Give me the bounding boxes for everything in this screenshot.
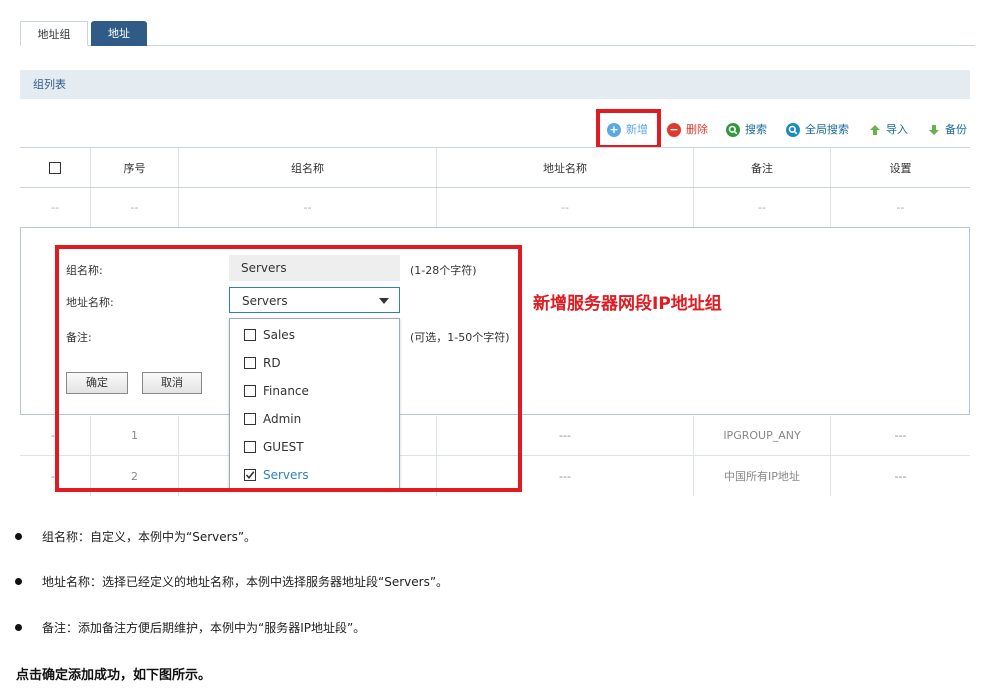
bullet-item: 备注：添加备注方便后期维护，本例中为“服务器IP地址段”。 [15, 619, 365, 636]
global-search-icon [786, 123, 800, 137]
import-label: 导入 [886, 123, 908, 136]
annotation-text: 新增服务器网段IP地址组 [533, 294, 722, 314]
tab-address[interactable]: 地址 [91, 21, 147, 46]
global-search-label: 全局搜索 [805, 123, 849, 136]
group-table: 序号 组名称 地址名称 备注 设置 -- -- -- -- -- -- -- 1… [20, 147, 970, 496]
delete-label: 删除 [686, 123, 708, 136]
table-row: -- -- -- -- -- -- [20, 188, 970, 228]
bullet-item: 地址名称：选择已经定义的地址名称，本例中选择服务器地址段“Servers”。 [15, 573, 448, 590]
bullet-text: 组名称：自定义，本例中为“Servers”。 [42, 530, 257, 544]
bullet-dot [15, 533, 22, 540]
table-cell: -- [437, 188, 694, 227]
search-button[interactable]: 搜索 [726, 122, 767, 138]
section-title: 组列表 [20, 70, 970, 99]
bullet-dot [15, 578, 22, 585]
table-header: 序号 组名称 地址名称 备注 设置 [20, 148, 970, 188]
header-seq: 序号 [91, 148, 179, 187]
header-select-all[interactable] [20, 148, 91, 187]
footer-note: 点击确定添加成功，如下图所示。 [16, 668, 212, 683]
delete-button[interactable]: − 删除 [667, 122, 708, 138]
backup-label: 备份 [945, 123, 967, 136]
header-settings: 设置 [889, 161, 912, 175]
select-all-checkbox[interactable] [49, 161, 61, 174]
arrow-down-icon [928, 124, 940, 136]
minus-icon: − [667, 123, 681, 137]
header-group-name: 组名称 [179, 148, 437, 187]
backup-button[interactable]: 备份 [928, 122, 967, 138]
arrow-up-icon [869, 124, 881, 136]
table-cell-remark: 中国所有IP地址 [694, 456, 831, 496]
table-cell: -- [179, 188, 437, 227]
global-search-button[interactable]: 全局搜索 [786, 122, 849, 138]
table-cell: -- [20, 188, 91, 227]
tab-address-group[interactable]: 地址组 [20, 21, 88, 46]
search-label: 搜索 [745, 123, 767, 136]
dialog-highlight-box [55, 245, 522, 492]
bullet-dot [15, 624, 22, 631]
search-icon [726, 123, 740, 137]
table-cell: -- [694, 188, 831, 227]
table-cell-remark: IPGROUP_ANY [694, 416, 831, 455]
table-cell: -- [896, 201, 905, 214]
table-cell-settings: --- [894, 429, 907, 442]
header-address-name: 地址名称 [437, 148, 694, 187]
add-highlight-box [596, 109, 661, 149]
table-cell-settings: --- [894, 469, 907, 483]
import-button[interactable]: 导入 [869, 122, 908, 138]
table-cell: -- [91, 188, 179, 227]
bullet-text: 地址名称：选择已经定义的地址名称，本例中选择服务器地址段“Servers”。 [42, 575, 449, 589]
tab-bar: 地址组 地址 [20, 18, 975, 46]
bullet-item: 组名称：自定义，本例中为“Servers”。 [15, 528, 256, 545]
header-remark: 备注 [694, 148, 831, 187]
bullet-text: 备注：添加备注方便后期维护，本例中为“服务器IP地址段”。 [42, 621, 366, 635]
